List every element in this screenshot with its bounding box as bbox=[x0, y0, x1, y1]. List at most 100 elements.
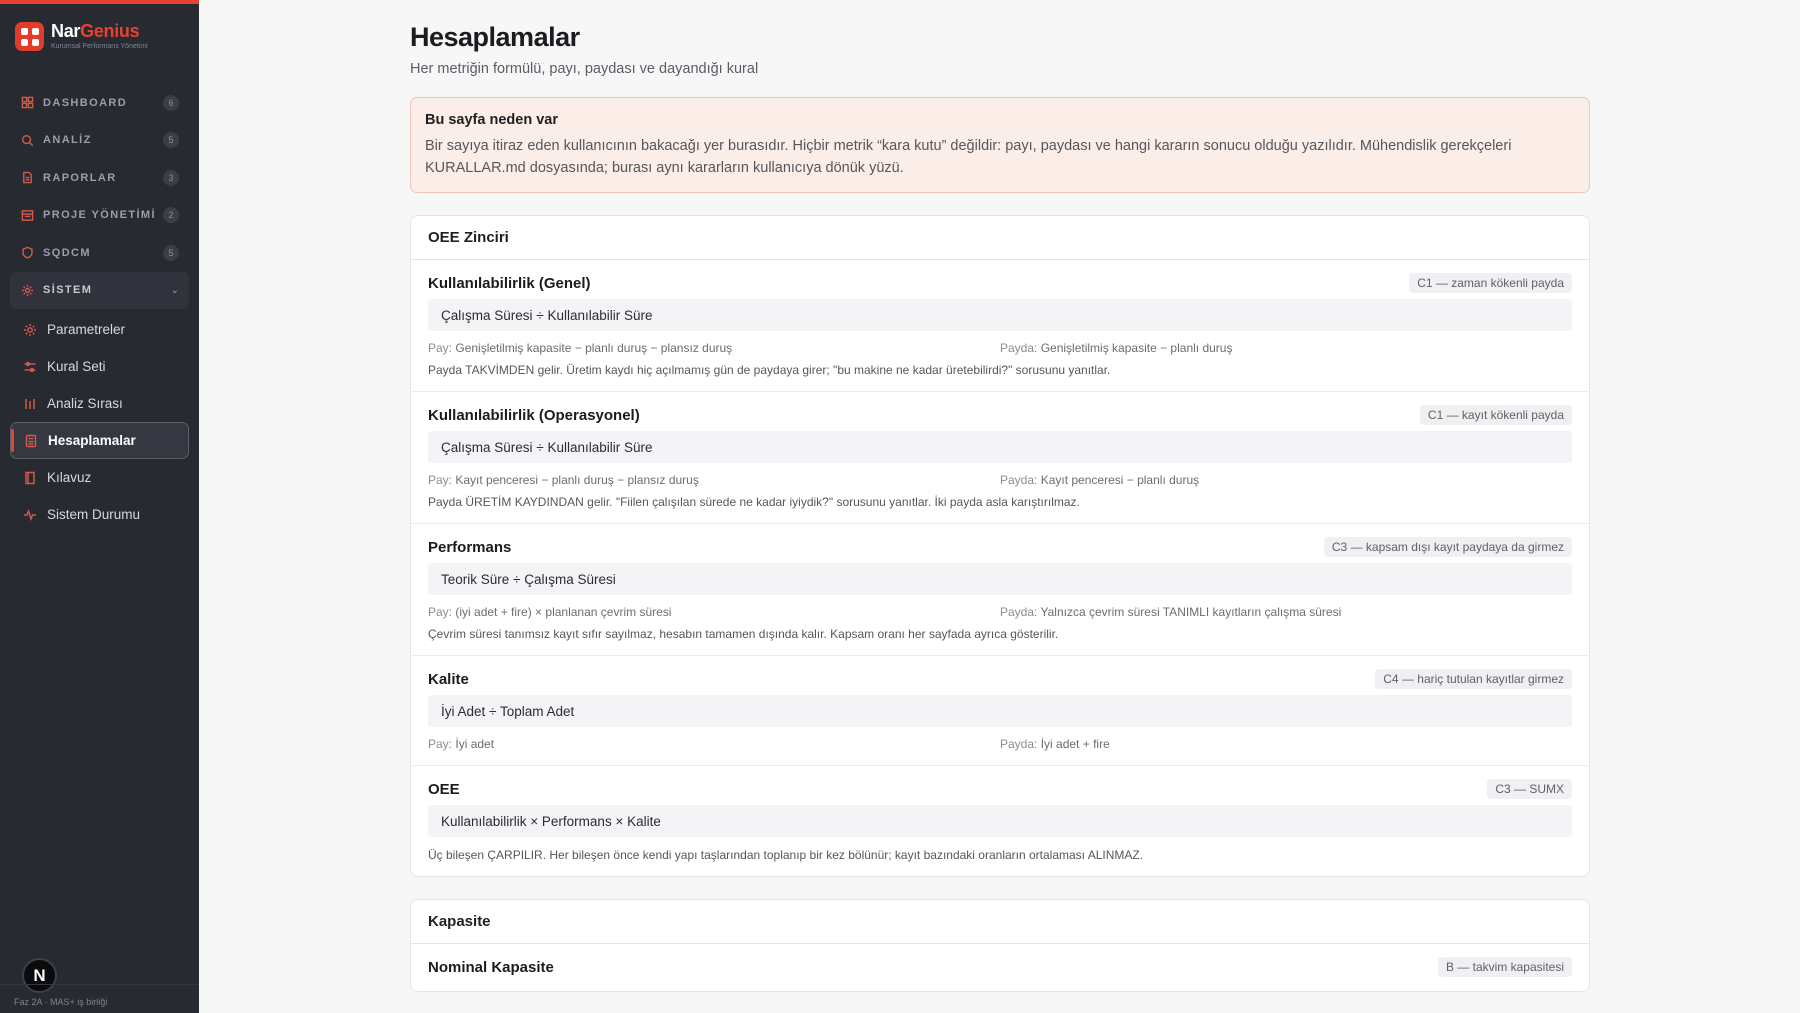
system-submenu: Parametreler Kural Seti Analiz Sırası He… bbox=[10, 311, 189, 533]
brand-name-first: Nar bbox=[51, 21, 81, 41]
numerator: Pay: Genişletilmiş kapasite − planlı dur… bbox=[428, 341, 1000, 355]
numerator-label: Pay: bbox=[428, 605, 453, 619]
brand[interactable]: NarGenius Kurumsal Performans Yönetimi bbox=[0, 4, 199, 56]
sidebar-item-hesaplamalar[interactable]: Hesaplamalar bbox=[10, 422, 189, 459]
metric-name: OEE bbox=[428, 780, 460, 798]
rule-badge: C3 — kapsam dışı kayıt paydaya da girmez bbox=[1323, 537, 1572, 557]
sidebar-footer-divider bbox=[0, 984, 199, 985]
formula-box: Çalışma Süresi ÷ Kullanılabilir Süre bbox=[428, 299, 1572, 331]
nav-item-label: SQDCM bbox=[43, 246, 91, 259]
sidebar-item-label: Parametreler bbox=[47, 322, 126, 337]
denominator-value: Kayıt penceresi − planlı duruş bbox=[1040, 473, 1200, 487]
page-subtitle: Her metriğin formülü, payı, paydası ve d… bbox=[410, 61, 759, 77]
rule-badge: C1 — zaman kökenli payda bbox=[1409, 273, 1572, 293]
nav-item-proje-yonetimi[interactable]: PROJE YÖNETİMİ 2 bbox=[10, 197, 189, 235]
metric-note: Üç bileşen ÇARPILIR. Her bileşen önce ke… bbox=[428, 848, 1144, 862]
brand-name-second: Genius bbox=[80, 21, 140, 41]
denominator-value: Genişletilmiş kapasite − planlı duruş bbox=[1040, 341, 1233, 355]
numerator: Pay: İyi adet bbox=[428, 737, 1000, 751]
denominator-value: İyi adet + fire bbox=[1040, 737, 1110, 751]
nav-item-label: PROJE YÖNETİMİ bbox=[43, 209, 156, 222]
sidebar-item-label: Kural Seti bbox=[47, 359, 106, 374]
formula-box: İyi Adet ÷ Toplam Adet bbox=[428, 695, 1572, 727]
section-card-oee-zinciri: OEE Zinciri Kullanılabilirlik (Genel) C1… bbox=[410, 215, 1590, 877]
nav-item-dashboard[interactable]: DASHBOARD 6 bbox=[10, 84, 189, 122]
sidebar-item-label: Hesaplamalar bbox=[48, 433, 136, 448]
denominator: Payda: Kayıt penceresi − planlı duruş bbox=[1000, 473, 1572, 487]
sidebar-item-kural-seti[interactable]: Kural Seti bbox=[10, 348, 189, 385]
formula-box: Kullanılabilirlik × Performans × Kalite bbox=[428, 805, 1572, 837]
denominator-value: Yalnızca çevrim süresi TANIMLI kayıtları… bbox=[1040, 605, 1342, 619]
numerator: Pay: Kayıt penceresi − planlı duruş − pl… bbox=[428, 473, 1000, 487]
sidebar-item-parametreler[interactable]: Parametreler bbox=[10, 311, 189, 348]
pulse-icon bbox=[24, 508, 36, 521]
metric-note: Çevrim süresi tanımsız kayıt sıfır sayıl… bbox=[428, 627, 1059, 641]
sidebar-item-analiz-sirasi[interactable]: Analiz Sırası bbox=[10, 385, 189, 422]
nav-item-label: RAPORLAR bbox=[43, 171, 117, 184]
chevron-down-icon: ⌄ bbox=[170, 284, 179, 296]
section-card-kapasite: Kapasite Nominal Kapasite B — takvim kap… bbox=[410, 899, 1590, 992]
numerator-value: (iyi adet + fire) × planlanan çevrim sür… bbox=[455, 605, 672, 619]
denominator-label: Payda: bbox=[1000, 473, 1038, 487]
numerator-value: Genişletilmiş kapasite − planlı duruş − … bbox=[455, 341, 733, 355]
metric-row: OEE C3 — SUMX Kullanılabilirlik × Perfor… bbox=[411, 766, 1589, 876]
page-title: Hesaplamalar bbox=[410, 22, 580, 52]
numerator: Pay: (iyi adet + fire) × planlanan çevri… bbox=[428, 605, 1000, 619]
shield-icon bbox=[22, 246, 33, 259]
metric-name: Nominal Kapasite bbox=[428, 958, 554, 976]
nav-item-raporlar[interactable]: RAPORLAR 3 bbox=[10, 159, 189, 197]
brand-logo-icon bbox=[15, 21, 44, 51]
gear-icon bbox=[24, 323, 36, 336]
sidebar-item-label: Analiz Sırası bbox=[47, 396, 123, 411]
formula-box: Çalışma Süresi ÷ Kullanılabilir Süre bbox=[428, 431, 1572, 463]
nav-item-label: DASHBOARD bbox=[43, 96, 128, 109]
denominator-label: Payda: bbox=[1000, 737, 1038, 751]
book-icon bbox=[25, 471, 35, 484]
section-title: Kapasite bbox=[411, 900, 1589, 944]
metric-name: Performans bbox=[428, 538, 512, 556]
nav-item-analiz[interactable]: ANALİZ 5 bbox=[10, 122, 189, 160]
nav-item-count: 3 bbox=[163, 169, 179, 186]
brand-name: NarGenius bbox=[51, 22, 148, 40]
formula-box: Teorik Süre ÷ Çalışma Süresi bbox=[428, 563, 1572, 595]
nav-item-sqdcm[interactable]: SQDCM 5 bbox=[10, 234, 189, 272]
metric-note: Payda ÜRETİM KAYDINDAN gelir. "Fiilen ça… bbox=[428, 495, 1080, 509]
numerator-label: Pay: bbox=[428, 737, 453, 751]
calculator-icon bbox=[25, 434, 37, 447]
callout-title: Bu sayfa neden var bbox=[425, 112, 558, 128]
denominator-label: Payda: bbox=[1000, 605, 1038, 619]
metric-note: Payda TAKVİMDEN gelir. Üretim kaydı hiç … bbox=[428, 363, 1111, 377]
report-icon bbox=[23, 171, 32, 184]
metric-row: Kullanılabilirlik (Genel) C1 — zaman kök… bbox=[411, 260, 1589, 392]
metric-row: Performans C3 — kapsam dışı kayıt payday… bbox=[411, 524, 1589, 656]
metric-name: Kullanılabilirlik (Operasyonel) bbox=[428, 406, 640, 424]
denominator-label: Payda: bbox=[1000, 341, 1038, 355]
nav-item-count: 5 bbox=[163, 132, 179, 149]
section-title: OEE Zinciri bbox=[411, 216, 1589, 260]
nav-group-sistem[interactable]: SİSTEM ⌄ bbox=[10, 271, 189, 309]
rule-badge: C3 — SUMX bbox=[1487, 779, 1572, 799]
denominator: Payda: Genişletilmiş kapasite − planlı d… bbox=[1000, 341, 1572, 355]
metric-name: Kullanılabilirlik (Genel) bbox=[428, 274, 591, 292]
metric-row: Kalite C4 — hariç tutulan kayıtlar girme… bbox=[411, 656, 1589, 766]
numerator-label: Pay: bbox=[428, 473, 453, 487]
gear-icon bbox=[21, 284, 34, 296]
sidebar-item-kilavuz[interactable]: Kılavuz bbox=[10, 459, 189, 496]
nav-item-count: 2 bbox=[163, 207, 179, 224]
sidebar-item-sistem-durumu[interactable]: Sistem Durumu bbox=[10, 496, 189, 533]
info-callout: Bu sayfa neden var Bir sayıya itiraz ede… bbox=[410, 97, 1590, 193]
sliders-icon bbox=[24, 361, 36, 372]
bars-icon bbox=[25, 398, 35, 409]
nav-item-count: 5 bbox=[163, 244, 179, 261]
project-icon bbox=[21, 209, 34, 221]
sidebar-nav: DASHBOARD 6 ANALİZ 5 RAPORLAR 3 PROJE YÖ… bbox=[10, 84, 189, 533]
denominator: Payda: Yalnızca çevrim süresi TANIMLI ka… bbox=[1000, 605, 1572, 619]
rule-badge: C4 — hariç tutulan kayıtlar girmez bbox=[1375, 669, 1572, 689]
callout-body: Bir sayıya itiraz eden kullanıcının baka… bbox=[425, 138, 1512, 176]
avatar[interactable]: N bbox=[22, 958, 57, 993]
metric-row: Kullanılabilirlik (Operasyonel) C1 — kay… bbox=[411, 392, 1589, 524]
numerator-value: İyi adet bbox=[455, 737, 495, 751]
sidebar-item-label: Sistem Durumu bbox=[47, 507, 141, 522]
sidebar-item-label: Kılavuz bbox=[47, 470, 92, 485]
rule-badge: C1 — kayıt kökenli payda bbox=[1419, 405, 1572, 425]
